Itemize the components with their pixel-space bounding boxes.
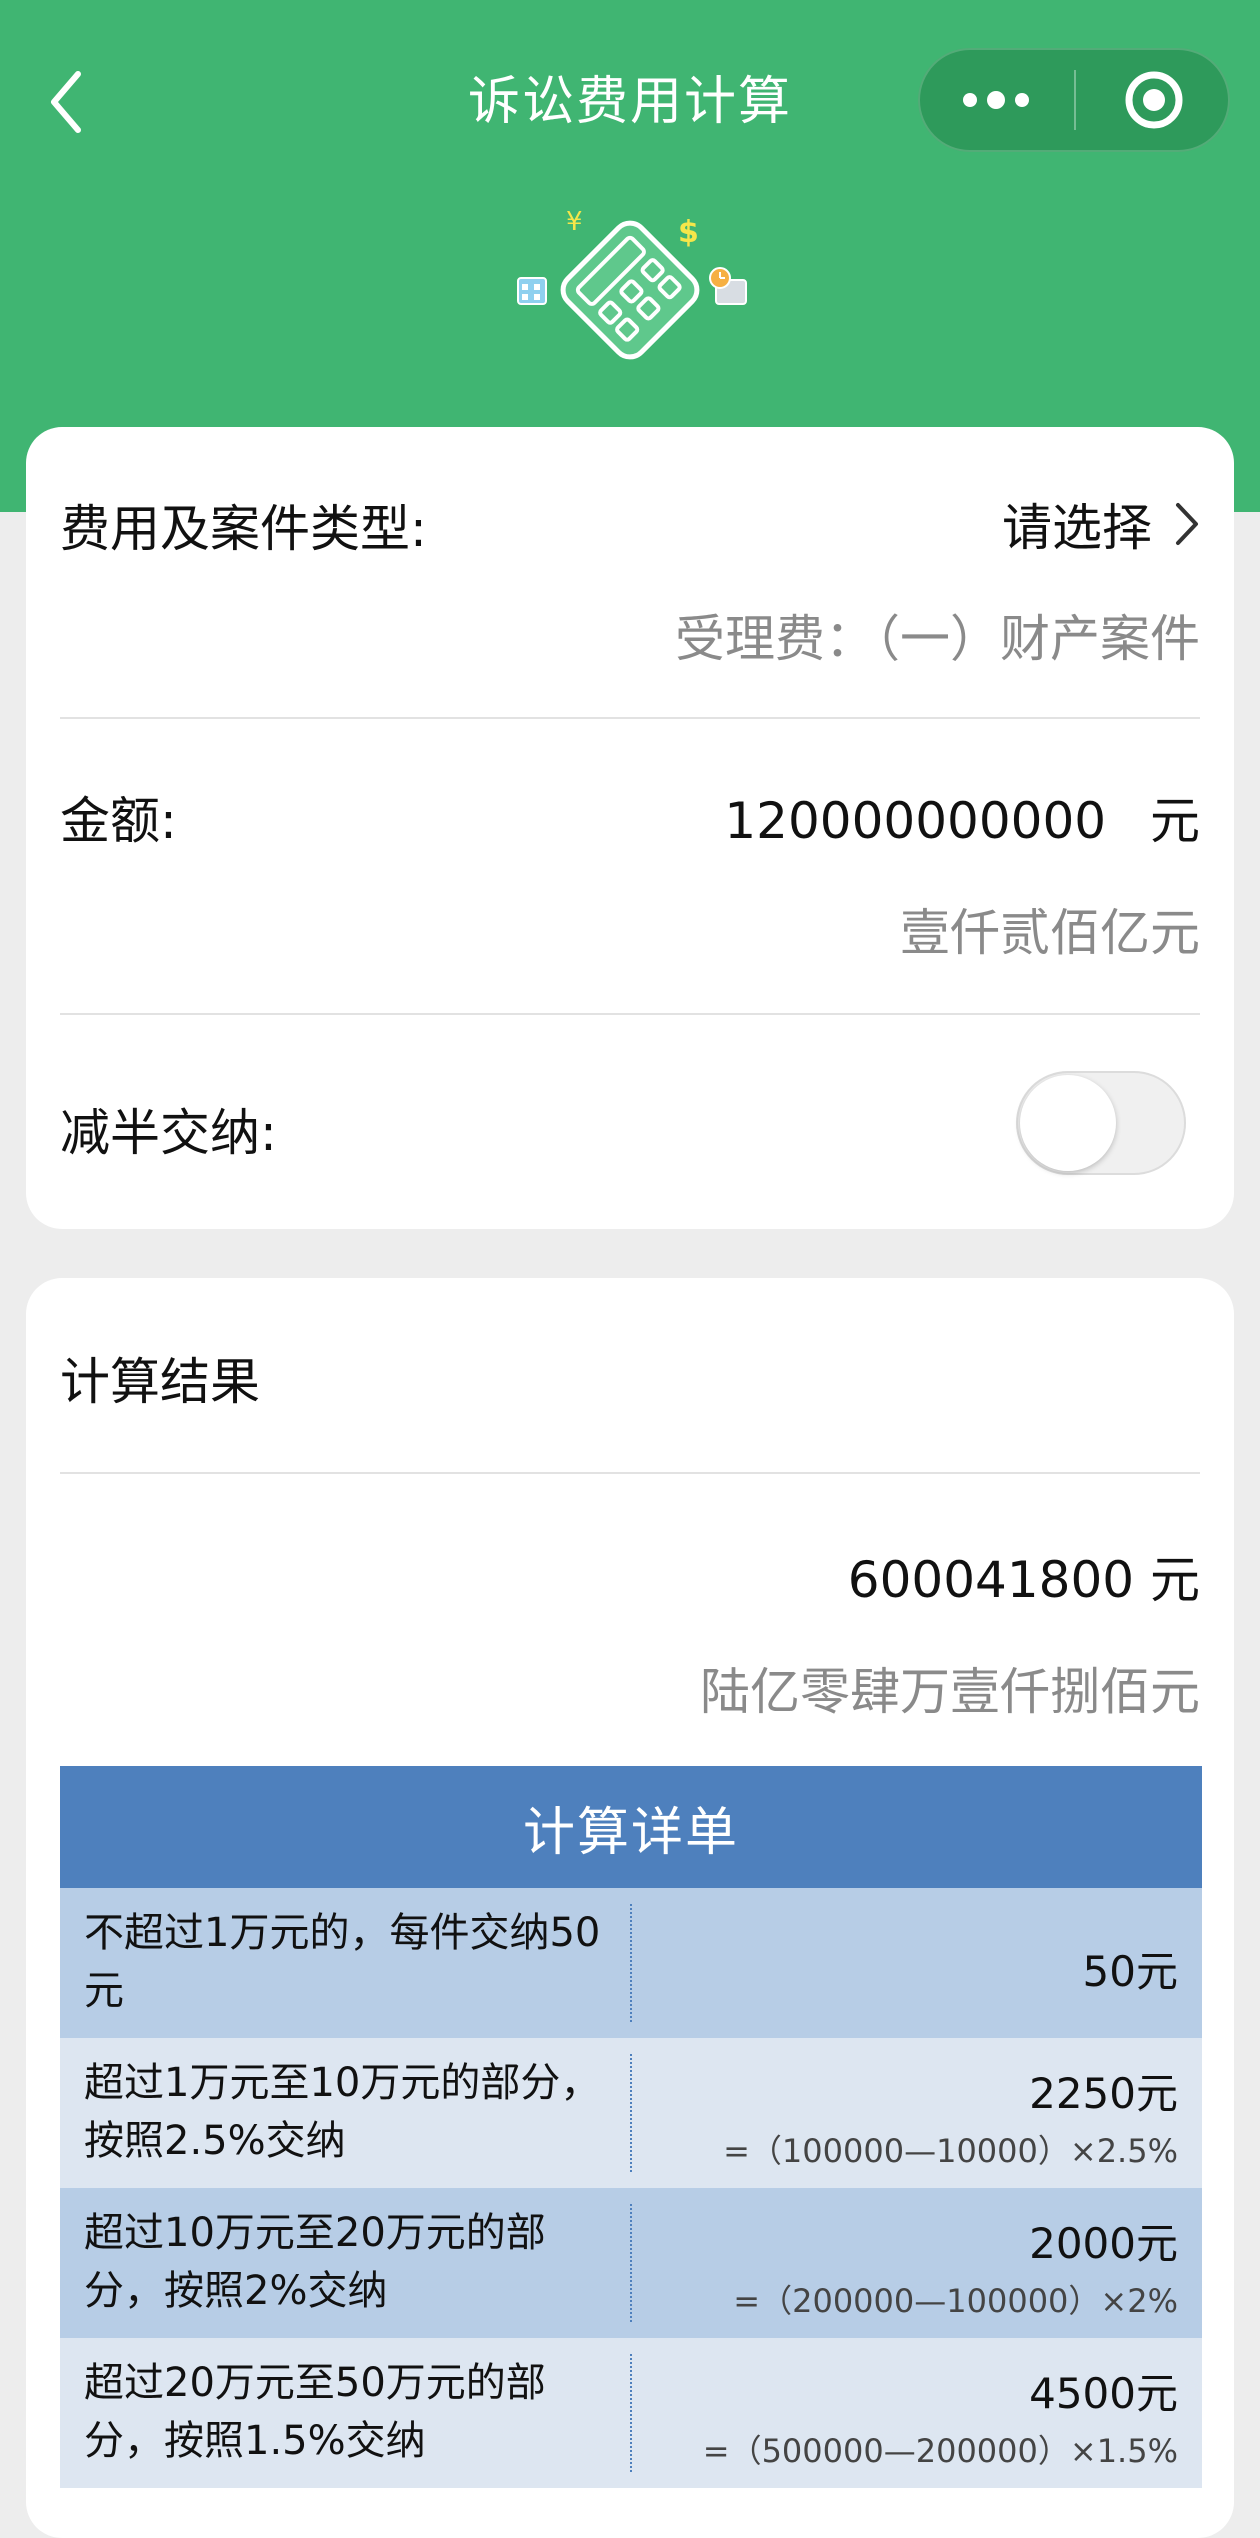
divider — [60, 1472, 1200, 1474]
result-total-chinese: 陆亿零肆万壹仟捌佰元 — [700, 1663, 1200, 1721]
table-row: 超过10万元至20万元的部分，按照2%交纳 2000元 =（200000—100… — [60, 2188, 1202, 2338]
chevron-right-icon — [1176, 503, 1198, 545]
half-payment-label: 减半交纳: — [60, 1104, 277, 1162]
result-title: 计算结果 — [60, 1353, 260, 1411]
row-formula: =（500000—200000）×1.5% — [702, 2432, 1178, 2470]
input-card: 费用及案件类型: 请选择 受理费：（一）财产案件 金额: 12000000000… — [26, 427, 1234, 1229]
result-total: 600041800 元 — [847, 1551, 1200, 1609]
case-type-selected: 受理费：（一）财产案件 — [675, 610, 1200, 668]
miniprogram-capsule — [918, 48, 1230, 152]
column-separator — [630, 1904, 632, 2022]
column-separator — [630, 2204, 632, 2322]
amount-chinese: 壹仟贰佰亿元 — [900, 904, 1200, 962]
table-row: 超过1万元至10万元的部分，按照2.5%交纳 2250元 =（100000—10… — [60, 2038, 1202, 2188]
amount-field[interactable]: 120000000000 元 — [724, 781, 1200, 853]
table-row: 超过20万元至50万元的部分，按照1.5%交纳 4500元 =（500000—2… — [60, 2338, 1202, 2488]
case-type-select[interactable]: 请选择 — [1002, 487, 1200, 561]
svg-text:$: $ — [678, 215, 699, 250]
svg-text:¥: ¥ — [566, 207, 583, 237]
column-separator — [630, 2054, 632, 2172]
case-type-label: 费用及案件类型: — [60, 500, 427, 558]
row-description: 超过1万元至10万元的部分，按照2.5%交纳 — [84, 2060, 601, 2164]
row-description: 超过10万元至20万元的部分，按照2%交纳 — [84, 2210, 546, 2314]
result-card: 计算结果 600041800 元 陆亿零肆万壹仟捌佰元 计算详单 不超过1万元的… — [26, 1278, 1234, 2538]
row-amount: 50元 — [1082, 1947, 1178, 1996]
close-target-icon — [1125, 71, 1183, 129]
row-amount: 2000元 — [1029, 2219, 1178, 2268]
half-payment-toggle[interactable] — [1016, 1071, 1186, 1175]
case-type-select-text: 请选择 — [1002, 499, 1152, 557]
divider — [60, 717, 1200, 719]
amount-unit: 元 — [1150, 792, 1200, 850]
row-amount: 2250元 — [1029, 2069, 1178, 2118]
detail-table-header: 计算详单 — [60, 1766, 1202, 1888]
more-dots-icon — [963, 91, 1029, 109]
table-row: 不超过1万元的，每件交纳50元 50元 — [60, 1888, 1202, 2038]
row-formula: =（100000—10000）×2.5% — [723, 2132, 1178, 2170]
divider — [60, 1013, 1200, 1015]
row-formula: =（200000—100000）×2% — [733, 2282, 1178, 2320]
close-button[interactable] — [1076, 48, 1230, 152]
row-description: 不超过1万元的，每件交纳50元 — [84, 1910, 601, 2014]
toggle-knob — [1020, 1075, 1116, 1171]
calculator-illustration-icon: ¥ $ — [517, 207, 747, 360]
more-button[interactable] — [918, 48, 1074, 152]
amount-label: 金额: — [60, 792, 177, 850]
detail-table: 计算详单 不超过1万元的，每件交纳50元 50元 超过1万元至10万元的部分，按… — [60, 1766, 1202, 2488]
row-description: 超过20万元至50万元的部分，按照1.5%交纳 — [84, 2360, 546, 2464]
row-amount: 4500元 — [1029, 2369, 1178, 2418]
column-separator — [630, 2354, 632, 2472]
amount-value: 120000000000 — [724, 792, 1107, 850]
